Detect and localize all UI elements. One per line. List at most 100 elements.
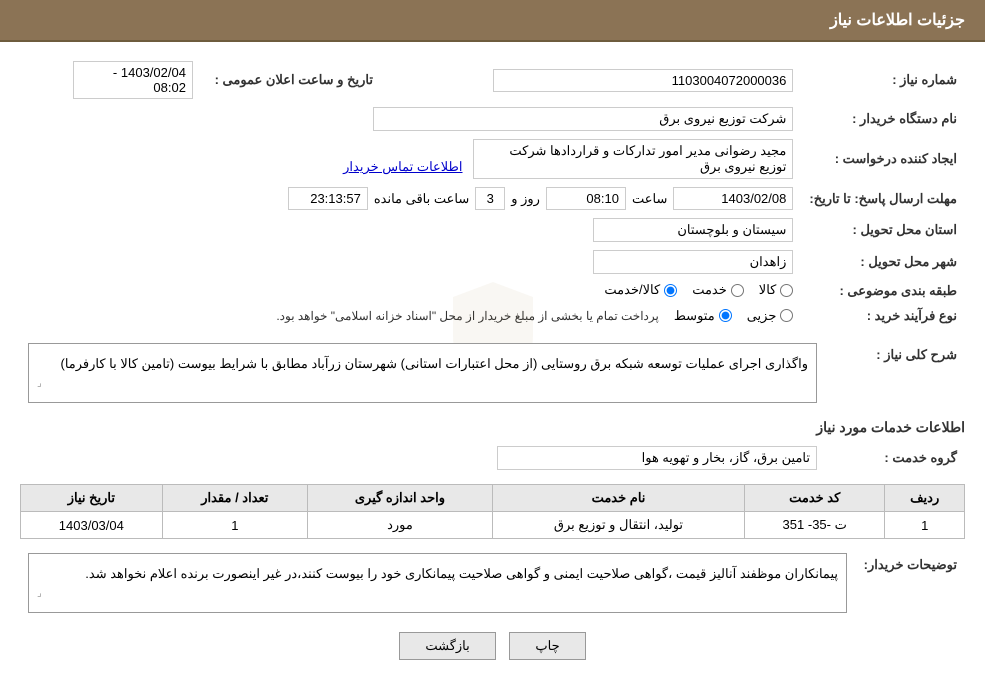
time-label: ساعت bbox=[632, 191, 667, 207]
notes-resize-handle: ⌟ bbox=[37, 585, 838, 603]
category-radio-khadamat-input[interactable] bbox=[731, 284, 744, 297]
province-row: استان محل تحویل : سیستان و بلوچستان bbox=[20, 214, 965, 246]
deadline-days: 3 bbox=[475, 187, 505, 210]
services-header-row: ردیف کد خدمت نام خدمت واحد اندازه گیری ت… bbox=[21, 485, 965, 512]
services-table-body: 1 ت -35- 351 تولید، انتقال و توزیع برق م… bbox=[21, 512, 965, 539]
city-label: شهر محل تحویل : bbox=[801, 246, 965, 278]
buyer-notes-table: توضیحات خریدار: پیمانکاران موظفند آنالیز… bbox=[20, 549, 965, 617]
announcement-display: 1403/02/04 - 08:02 bbox=[73, 61, 193, 99]
col-header-row: ردیف bbox=[885, 485, 965, 512]
category-value: کالا خدمت کالا/خدمت bbox=[20, 278, 801, 304]
creator-row: ایجاد کننده درخواست : مجید رضوانی مدیر ا… bbox=[20, 135, 965, 183]
buyer-notes-label: توضیحات خریدار: bbox=[855, 549, 965, 617]
description-row: شرح کلی نیاز : واگذاری اجرای عملیات توسع… bbox=[20, 339, 965, 407]
page-wrapper: جزئیات اطلاعات نیاز finder.net شماره نیا… bbox=[0, 0, 985, 695]
service-group-display: تامین برق، گاز، بخار و تهویه هوا bbox=[497, 446, 817, 470]
category-label: طبقه بندی موضوعی : bbox=[801, 278, 965, 304]
cell-name: تولید، انتقال و توزیع برق bbox=[492, 512, 744, 539]
process-label: نوع فرآیند خرید : bbox=[801, 304, 965, 330]
cell-unit: مورد bbox=[307, 512, 492, 539]
city-row: شهر محل تحویل : زاهدان bbox=[20, 246, 965, 278]
need-number-value: 1103004072000036 bbox=[381, 57, 801, 103]
need-number-label: شماره نیاز : bbox=[801, 57, 965, 103]
process-radio-motawaset-input[interactable] bbox=[719, 309, 732, 322]
buyer-org-display: شرکت توزیع نیروی برق bbox=[373, 107, 793, 131]
resize-handle: ⌟ bbox=[37, 375, 808, 393]
col-header-date: تاریخ نیاز bbox=[21, 485, 163, 512]
action-buttons: چاپ بازگشت bbox=[20, 632, 965, 660]
col-header-qty: تعداد / مقدار bbox=[162, 485, 307, 512]
page-header: جزئیات اطلاعات نیاز bbox=[0, 0, 985, 42]
process-note: پرداخت تمام یا بخشی از مبلغ خریدار از مح… bbox=[276, 309, 659, 323]
deadline-label: مهلت ارسال پاسخ: تا تاریخ: bbox=[801, 183, 965, 214]
category-radio-khadamat: خدمت bbox=[692, 282, 744, 298]
creator-link[interactable]: اطلاعات تماس خریدار bbox=[343, 159, 462, 174]
deadline-row: مهلت ارسال پاسخ: تا تاریخ: 1403/02/08 سا… bbox=[20, 183, 965, 214]
province-display: سیستان و بلوچستان bbox=[593, 218, 793, 242]
category-radio-kala-input[interactable] bbox=[780, 284, 793, 297]
remaining-time: 23:13:57 bbox=[288, 187, 368, 210]
process-radio-jozi-label: جزیی bbox=[747, 308, 777, 324]
deadline-time: 08:10 bbox=[546, 187, 626, 210]
remaining-label: ساعت باقی مانده bbox=[374, 191, 469, 207]
process-radio-jozi: جزیی bbox=[747, 308, 794, 324]
table-row: 1 ت -35- 351 تولید، انتقال و توزیع برق م… bbox=[21, 512, 965, 539]
service-group-label: گروه خدمت : bbox=[825, 442, 965, 474]
creator-value: مجید رضوانی مدیر امور تدارکات و قرارداده… bbox=[20, 135, 801, 183]
deadline-value: 1403/02/08 ساعت 08:10 روز و 3 ساعت باقی … bbox=[20, 183, 801, 214]
print-button[interactable]: چاپ bbox=[509, 632, 585, 660]
category-radio-kala: کالا bbox=[759, 282, 794, 298]
description-table: شرح کلی نیاز : واگذاری اجرای عملیات توسع… bbox=[20, 339, 965, 407]
cell-date: 1403/03/04 bbox=[21, 512, 163, 539]
buyer-notes-display: پیمانکاران موظفند آنالیز قیمت ،گواهی صلا… bbox=[28, 553, 847, 613]
services-table-head: ردیف کد خدمت نام خدمت واحد اندازه گیری ت… bbox=[21, 485, 965, 512]
buyer-org-row: نام دستگاه خریدار : شرکت توزیع نیروی برق bbox=[20, 103, 965, 135]
creator-display: مجید رضوانی مدیر امور تدارکات و قرارداده… bbox=[473, 139, 793, 179]
services-data-table: ردیف کد خدمت نام خدمت واحد اندازه گیری ت… bbox=[20, 484, 965, 539]
city-display: زاهدان bbox=[593, 250, 793, 274]
process-radio-jozi-input[interactable] bbox=[780, 309, 793, 322]
category-radio-both-label: کالا/خدمت bbox=[604, 282, 660, 298]
category-radio-group: کالا خدمت کالا/خدمت bbox=[604, 282, 793, 298]
city-value: زاهدان bbox=[20, 246, 801, 278]
province-label: استان محل تحویل : bbox=[801, 214, 965, 246]
content-area: finder.net شماره نیاز : 1103004072000036… bbox=[0, 42, 985, 675]
description-cell: واگذاری اجرای عملیات توسعه شبکه برق روست… bbox=[20, 339, 825, 407]
days-label: روز و bbox=[511, 191, 540, 207]
buyer-notes-row: توضیحات خریدار: پیمانکاران موظفند آنالیز… bbox=[20, 549, 965, 617]
buyer-org-label: نام دستگاه خریدار : bbox=[801, 103, 965, 135]
cell-qty: 1 bbox=[162, 512, 307, 539]
category-radio-khadamat-label: خدمت bbox=[692, 282, 727, 298]
category-radio-both: کالا/خدمت bbox=[604, 282, 677, 298]
col-header-unit: واحد اندازه گیری bbox=[307, 485, 492, 512]
page-title: جزئیات اطلاعات نیاز bbox=[830, 12, 965, 29]
buyer-notes-text: پیمانکاران موظفند آنالیز قیمت ،گواهی صلا… bbox=[85, 566, 838, 581]
col-header-code: کد خدمت bbox=[745, 485, 885, 512]
category-row: طبقه بندی موضوعی : کالا خدمت bbox=[20, 278, 965, 304]
cell-code: ت -35- 351 bbox=[745, 512, 885, 539]
service-group-table: گروه خدمت : تامین برق، گاز، بخار و تهویه… bbox=[20, 442, 965, 474]
main-form-table: شماره نیاز : 1103004072000036 تاریخ و سا… bbox=[20, 57, 965, 329]
service-group-value: تامین برق، گاز، بخار و تهویه هوا bbox=[20, 442, 825, 474]
category-radio-both-input[interactable] bbox=[664, 284, 677, 297]
announcement-label: تاریخ و ساعت اعلان عمومی : bbox=[201, 57, 381, 103]
buyer-notes-cell: پیمانکاران موظفند آنالیز قیمت ،گواهی صلا… bbox=[20, 549, 855, 617]
need-number-display: 1103004072000036 bbox=[493, 69, 793, 92]
process-value: جزیی متوسط پرداخت تمام یا بخشی از مبلغ خ… bbox=[20, 304, 801, 330]
description-text: واگذاری اجرای عملیات توسعه شبکه برق روست… bbox=[61, 356, 809, 371]
announcement-value: 1403/02/04 - 08:02 bbox=[20, 57, 201, 103]
description-label: شرح کلی نیاز : bbox=[825, 339, 965, 407]
description-display: واگذاری اجرای عملیات توسعه شبکه برق روست… bbox=[28, 343, 817, 403]
deadline-date: 1403/02/08 bbox=[673, 187, 793, 210]
cell-row-num: 1 bbox=[885, 512, 965, 539]
category-radio-kala-label: کالا bbox=[759, 282, 777, 298]
service-group-row: گروه خدمت : تامین برق، گاز، بخار و تهویه… bbox=[20, 442, 965, 474]
process-radio-group: جزیی متوسط پرداخت تمام یا بخشی از مبلغ خ… bbox=[276, 308, 793, 324]
process-row: نوع فرآیند خرید : جزیی متوسط پرداخت bbox=[20, 304, 965, 330]
buyer-org-value: شرکت توزیع نیروی برق bbox=[20, 103, 801, 135]
process-radio-motawaset-label: متوسط bbox=[674, 308, 715, 324]
back-button[interactable]: بازگشت bbox=[399, 632, 495, 660]
province-value: سیستان و بلوچستان bbox=[20, 214, 801, 246]
need-number-row: شماره نیاز : 1103004072000036 تاریخ و سا… bbox=[20, 57, 965, 103]
creator-label: ایجاد کننده درخواست : bbox=[801, 135, 965, 183]
